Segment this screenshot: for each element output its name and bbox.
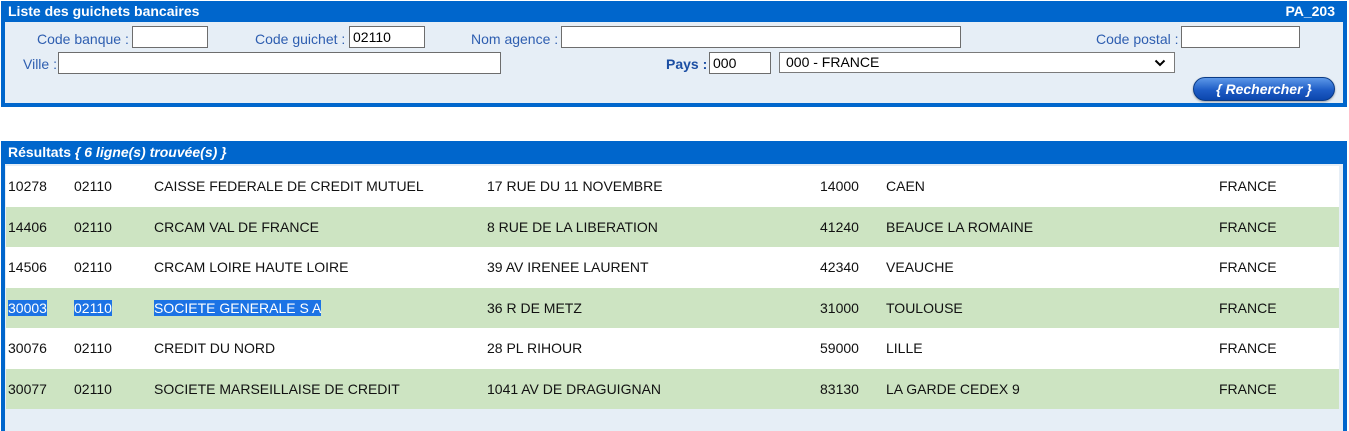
search-button[interactable]: { Rechercher } — [1193, 77, 1335, 101]
cell-code-banque: 14506 — [8, 259, 47, 275]
table-row[interactable]: 10278 02110 CAISSE FEDERALE DE CREDIT MU… — [6, 166, 1339, 207]
cell-code-banque: 30003 — [8, 288, 47, 328]
cell-code-guichet: 02110 — [74, 218, 112, 235]
cell-ville: LA GARDE CEDEX 9 — [886, 380, 1020, 397]
cell-adresse: 8 RUE DE LA LIBERATION — [487, 218, 658, 235]
cell-code-postal: 41240 — [820, 218, 859, 235]
cell-pays: FRANCE — [1219, 380, 1277, 397]
cell-code-postal: 42340 — [820, 259, 859, 275]
cell-adresse: 39 AV IRENEE LAURENT — [487, 259, 649, 275]
cell-ville: LILLE — [886, 340, 923, 356]
ville-label: Ville : — [23, 56, 57, 72]
nom-agence-label: Nom agence : — [471, 31, 559, 47]
pays-select[interactable]: 000 - FRANCE — [779, 52, 1175, 73]
selected-text: 30003 — [8, 299, 47, 316]
table-row[interactable]: 14506 02110 CRCAM LOIRE HAUTE LOIRE 39 A… — [6, 247, 1339, 288]
cell-adresse: 17 RUE DU 11 NOVEMBRE — [487, 178, 663, 194]
nom-agence-input[interactable] — [561, 26, 961, 48]
pays-label: Pays : — [666, 56, 708, 72]
selected-text: 02110 — [74, 299, 112, 316]
cell-code-banque: 14406 — [8, 218, 47, 235]
cell-adresse: 28 PL RIHOUR — [487, 340, 583, 356]
cell-code-guichet: 02110 — [74, 288, 112, 328]
cell-code-guichet: 02110 — [74, 380, 112, 397]
cell-code-postal: 83130 — [820, 380, 859, 397]
chevron-down-icon — [1154, 54, 1166, 78]
results-panel: Résultats { 6 ligne(s) trouvée(s) } 1027… — [1, 141, 1347, 431]
pays-code-input[interactable]: 000 — [709, 52, 771, 74]
cell-code-postal: 14000 — [820, 178, 859, 194]
ville-input[interactable] — [58, 52, 501, 74]
table-row[interactable]: 30077 02110 SOCIETE MARSEILLAISE DE CRED… — [6, 368, 1339, 409]
cell-ville: VEAUCHE — [886, 259, 954, 275]
cell-code-guichet: 02110 — [74, 259, 112, 275]
cell-pays: FRANCE — [1219, 299, 1277, 316]
cell-ville: CAEN — [886, 178, 925, 194]
cell-ville: BEAUCE LA ROMAINE — [886, 218, 1034, 235]
page-title: Liste des guichets bancaires — [8, 3, 200, 19]
results-header: Résultats { 6 ligne(s) trouvée(s) } — [1, 141, 1347, 164]
cell-code-guichet: 02110 — [74, 178, 112, 194]
cell-nom-agence: SOCIETE MARSEILLAISE DE CREDIT — [154, 380, 400, 397]
code-guichet-input[interactable]: 02110 — [349, 26, 425, 48]
results-title: Résultats — [8, 144, 72, 160]
cell-ville: TOULOUSE — [886, 299, 963, 316]
cell-adresse: 36 R DE METZ — [487, 299, 582, 316]
table-row[interactable]: 14406 02110 CRCAM VAL DE FRANCE 8 RUE DE… — [6, 206, 1339, 247]
search-panel-header: Liste des guichets bancaires PA_203 — [1, 1, 1347, 22]
cell-code-guichet: 02110 — [74, 340, 112, 356]
results-count: { 6 ligne(s) trouvée(s) } — [74, 144, 227, 160]
cell-nom-agence: CRCAM LOIRE HAUTE LOIRE — [154, 259, 349, 275]
cell-nom-agence: CRCAM VAL DE FRANCE — [154, 218, 319, 235]
cell-nom-agence: SOCIETE GENERALE S A — [154, 288, 322, 328]
cell-nom-agence: CREDIT DU NORD — [154, 340, 276, 356]
cell-adresse: 1041 AV DE DRAGUIGNAN — [487, 380, 662, 397]
search-panel: Liste des guichets bancaires PA_203 Code… — [1, 1, 1347, 107]
results-table: 10278 02110 CAISSE FEDERALE DE CREDIT MU… — [6, 166, 1339, 409]
screen-code: PA_203 — [1285, 3, 1335, 19]
code-guichet-label: Code guichet : — [255, 31, 346, 47]
table-row[interactable]: 30076 02110 CREDIT DU NORD 28 PL RIHOUR … — [6, 328, 1339, 369]
code-banque-input[interactable] — [132, 26, 208, 48]
code-postal-label: Code postal : — [1096, 31, 1179, 47]
cell-nom-agence: CAISSE FEDERALE DE CREDIT MUTUEL — [154, 178, 424, 194]
pays-select-value: 000 - FRANCE — [786, 54, 880, 70]
cell-code-banque: 30077 — [8, 380, 47, 397]
cell-code-postal: 59000 — [820, 340, 859, 356]
code-banque-label: Code banque : — [37, 31, 129, 47]
selected-text: SOCIETE GENERALE S A — [154, 299, 322, 316]
cell-code-banque: 10278 — [8, 178, 47, 194]
cell-pays: FRANCE — [1219, 340, 1277, 356]
cell-pays: FRANCE — [1219, 178, 1277, 194]
code-postal-input[interactable] — [1181, 26, 1300, 48]
cell-code-postal: 31000 — [820, 299, 859, 316]
cell-code-banque: 30076 — [8, 340, 47, 356]
table-row[interactable]: 30003 02110 SOCIETE GENERALE S A 36 R DE… — [6, 287, 1339, 328]
cell-pays: FRANCE — [1219, 259, 1277, 275]
cell-pays: FRANCE — [1219, 218, 1277, 235]
